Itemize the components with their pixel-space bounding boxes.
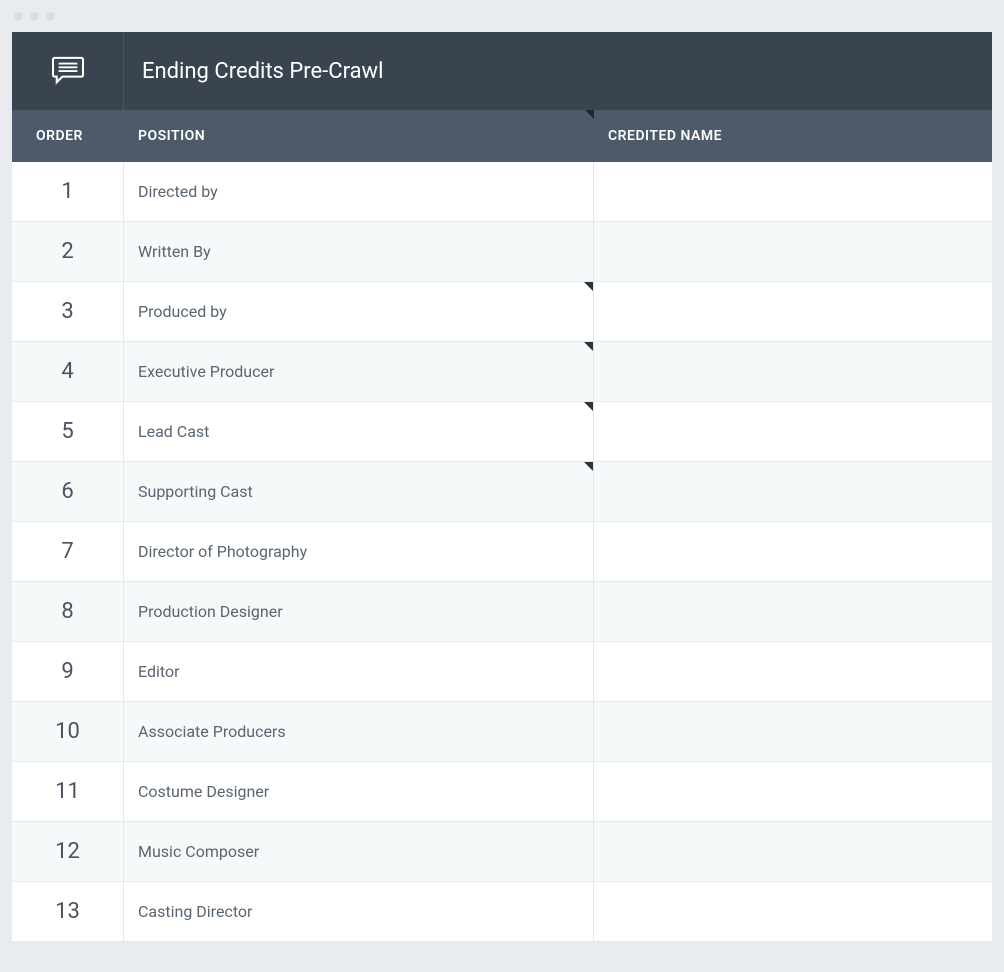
cell-order[interactable]: 6	[12, 462, 124, 521]
page-title: Ending Credits Pre-Crawl	[124, 59, 383, 84]
table-row[interactable]: 11Costume Designer	[12, 762, 992, 822]
cell-order[interactable]: 12	[12, 822, 124, 881]
table-row[interactable]: 1Directed by	[12, 162, 992, 222]
cell-position[interactable]: Supporting Cast	[124, 462, 594, 521]
cell-position[interactable]: Production Designer	[124, 582, 594, 641]
column-header-position[interactable]: POSITION	[124, 110, 594, 162]
cell-credited-name[interactable]	[594, 462, 992, 521]
cell-credited-name[interactable]	[594, 522, 992, 581]
column-header-row: ORDER POSITION CREDITED NAME	[12, 110, 992, 162]
cell-position[interactable]: Lead Cast	[124, 402, 594, 461]
cell-position[interactable]: Director of Photography	[124, 522, 594, 581]
cell-credited-name[interactable]	[594, 822, 992, 881]
column-header-order[interactable]: ORDER	[12, 128, 124, 144]
content-area: Ending Credits Pre-Crawl ORDER POSITION …	[0, 32, 1004, 954]
table-row[interactable]: 5Lead Cast	[12, 402, 992, 462]
cell-order[interactable]: 2	[12, 222, 124, 281]
cell-order[interactable]: 13	[12, 882, 124, 941]
cell-order[interactable]: 1	[12, 162, 124, 221]
cell-credited-name[interactable]	[594, 642, 992, 701]
cell-order[interactable]: 3	[12, 282, 124, 341]
table-row[interactable]: 7Director of Photography	[12, 522, 992, 582]
table-row[interactable]: 10Associate Producers	[12, 702, 992, 762]
table-row[interactable]: 2Written By	[12, 222, 992, 282]
cell-credited-name[interactable]	[594, 342, 992, 401]
table-row[interactable]: 4Executive Producer	[12, 342, 992, 402]
cell-credited-name[interactable]	[594, 702, 992, 761]
cell-position[interactable]: Executive Producer	[124, 342, 594, 401]
header-icon-cell	[12, 32, 124, 110]
cell-credited-name[interactable]	[594, 222, 992, 281]
cell-order[interactable]: 4	[12, 342, 124, 401]
header-bar: Ending Credits Pre-Crawl	[12, 32, 992, 110]
app-window: Ending Credits Pre-Crawl ORDER POSITION …	[0, 0, 1004, 972]
cell-credited-name[interactable]	[594, 282, 992, 341]
cell-order[interactable]: 7	[12, 522, 124, 581]
column-header-credited-name[interactable]: CREDITED NAME	[594, 110, 992, 162]
window-minimize-dot[interactable]	[30, 12, 39, 21]
cell-order[interactable]: 10	[12, 702, 124, 761]
table-row[interactable]: 6Supporting Cast	[12, 462, 992, 522]
cell-credited-name[interactable]	[594, 162, 992, 221]
column-header-position-label: POSITION	[138, 128, 205, 144]
cell-position[interactable]: Casting Director	[124, 882, 594, 941]
window-close-dot[interactable]	[14, 12, 23, 21]
table-row[interactable]: 9Editor	[12, 642, 992, 702]
cell-credited-name[interactable]	[594, 762, 992, 821]
cell-credited-name[interactable]	[594, 582, 992, 641]
cell-order[interactable]: 5	[12, 402, 124, 461]
cell-credited-name[interactable]	[594, 882, 992, 941]
cell-position[interactable]: Editor	[124, 642, 594, 701]
table-row[interactable]: 13Casting Director	[12, 882, 992, 942]
cell-position[interactable]: Music Composer	[124, 822, 594, 881]
window-maximize-dot[interactable]	[46, 12, 55, 21]
speech-bubble-icon	[49, 56, 87, 86]
cell-position[interactable]: Costume Designer	[124, 762, 594, 821]
cell-order[interactable]: 9	[12, 642, 124, 701]
table-row[interactable]: 8Production Designer	[12, 582, 992, 642]
window-chrome	[0, 0, 1004, 32]
cell-position[interactable]: Directed by	[124, 162, 594, 221]
table-row[interactable]: 3Produced by	[12, 282, 992, 342]
cell-position[interactable]: Produced by	[124, 282, 594, 341]
cell-order[interactable]: 8	[12, 582, 124, 641]
table-row[interactable]: 12Music Composer	[12, 822, 992, 882]
cell-position[interactable]: Written By	[124, 222, 594, 281]
cell-credited-name[interactable]	[594, 402, 992, 461]
cell-order[interactable]: 11	[12, 762, 124, 821]
table-body: 1Directed by2Written By3Produced by4Exec…	[12, 162, 992, 942]
cell-position[interactable]: Associate Producers	[124, 702, 594, 761]
